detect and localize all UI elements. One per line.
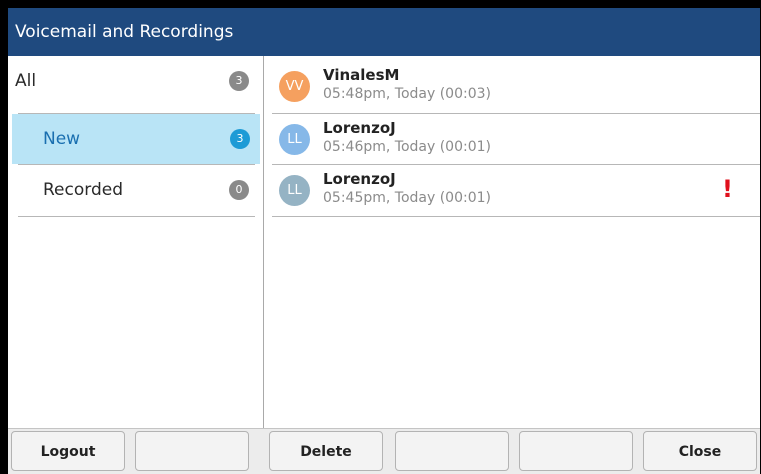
caller-name: VinalesM xyxy=(323,66,400,84)
voicemail-screen: Voicemail and Recordings All 3 New 3 Rec… xyxy=(8,8,760,474)
message-time: 05:45pm, Today (00:01) xyxy=(323,190,491,206)
softkey-5-button[interactable] xyxy=(519,431,633,471)
folder-sidebar: All 3 New 3 Recorded 0 xyxy=(8,56,263,428)
count-badge: 3 xyxy=(229,71,249,91)
count-badge: 3 xyxy=(230,129,250,149)
count-badge: 0 xyxy=(229,180,249,200)
list-item[interactable]: LL LorenzoJ 05:46pm, Today (00:01) xyxy=(272,114,760,164)
softkey-4-button[interactable] xyxy=(395,431,509,471)
sidebar-item-new[interactable]: New 3 xyxy=(12,114,260,164)
sidebar-item-label: All xyxy=(15,71,37,91)
sidebar-item-all[interactable]: All 3 xyxy=(8,56,263,106)
sidebar-item-label: New xyxy=(43,129,81,149)
message-list: VV VinalesM 05:48pm, Today (00:03) LL Lo… xyxy=(264,56,760,428)
softkey-bar: Logout Delete Close xyxy=(8,428,760,474)
delete-button[interactable]: Delete xyxy=(269,431,383,471)
avatar: LL xyxy=(279,175,310,206)
caller-name: LorenzoJ xyxy=(323,170,396,188)
message-time: 05:46pm, Today (00:01) xyxy=(323,139,491,155)
window-title: Voicemail and Recordings xyxy=(8,8,760,56)
list-item[interactable]: VV VinalesM 05:48pm, Today (00:03) xyxy=(272,61,760,111)
avatar: LL xyxy=(279,124,310,155)
urgent-icon: ! xyxy=(722,175,733,203)
message-time: 05:48pm, Today (00:03) xyxy=(323,86,491,102)
softkey-2-button[interactable] xyxy=(135,431,249,471)
row-divider xyxy=(272,216,760,217)
logout-button[interactable]: Logout xyxy=(11,431,125,471)
list-item[interactable]: LL LorenzoJ 05:45pm, Today (00:01) ! xyxy=(272,165,760,215)
sidebar-item-label: Recorded xyxy=(43,180,123,200)
sidebar-item-recorded[interactable]: Recorded 0 xyxy=(8,165,263,215)
caller-name: LorenzoJ xyxy=(323,119,396,137)
sidebar-divider xyxy=(18,216,255,217)
avatar: VV xyxy=(279,71,310,102)
close-button[interactable]: Close xyxy=(643,431,757,471)
